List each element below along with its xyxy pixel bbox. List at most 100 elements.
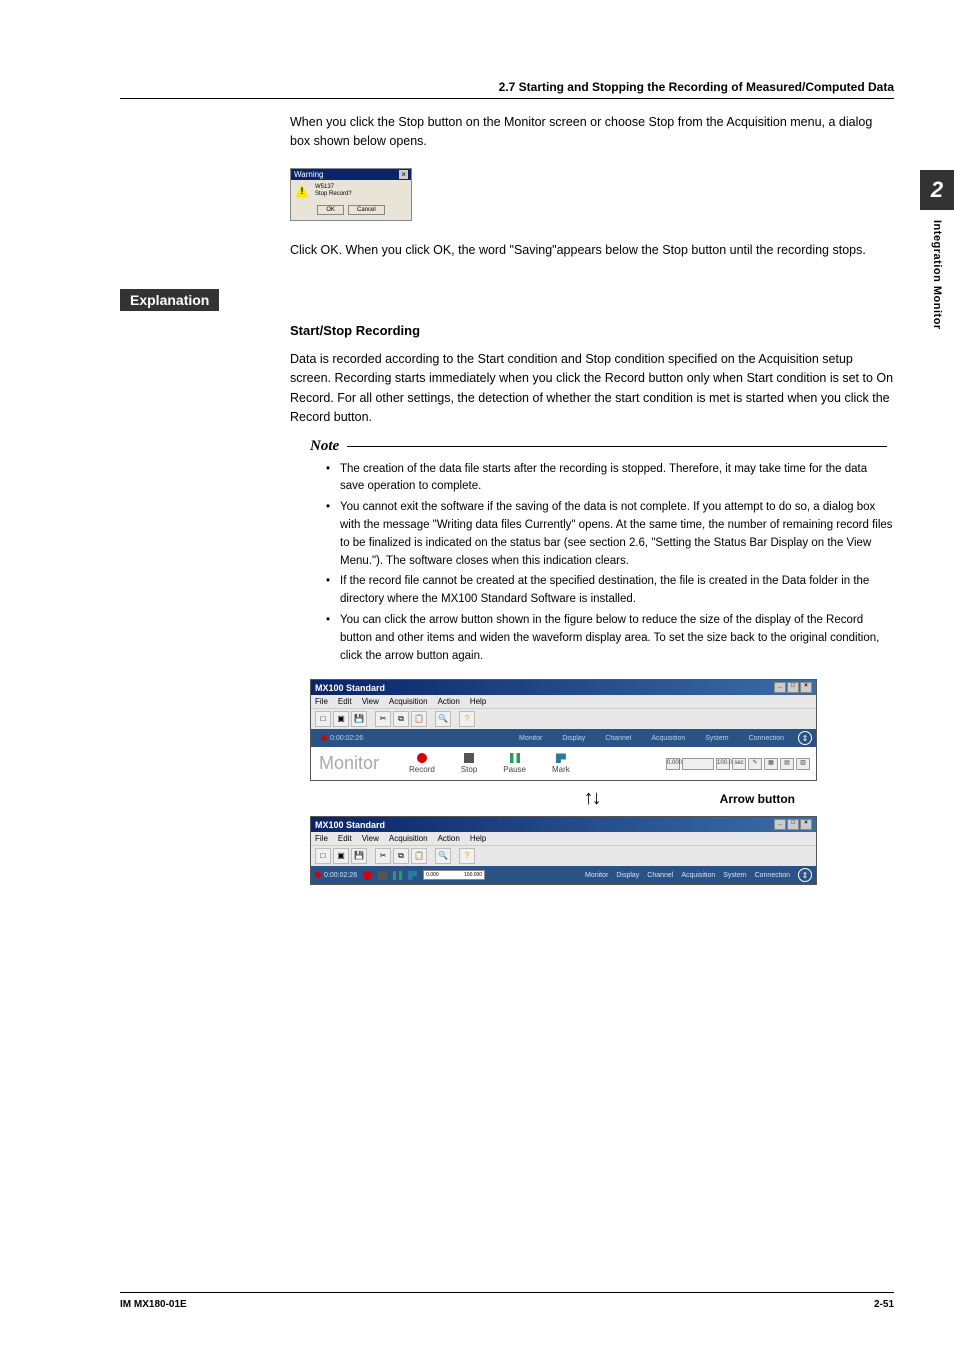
app-tab-bar: 0:00:02:26 Monitor Display Channel Acqui… xyxy=(311,729,816,747)
record-indicator-icon xyxy=(315,872,321,878)
page-footer: IM MX180-01E 2-51 xyxy=(120,1292,894,1310)
close-icon[interactable]: × xyxy=(800,819,812,830)
record-button[interactable]: Record xyxy=(409,753,435,774)
flag-icon[interactable] xyxy=(408,871,417,880)
scale-slider[interactable]: 0.000 100.000 xyxy=(423,870,485,880)
app-menu-bar: File Edit View Acquisition Action Help xyxy=(311,832,816,845)
minimize-icon[interactable]: _ xyxy=(774,819,786,830)
menu-edit[interactable]: Edit xyxy=(338,834,352,843)
menu-acquisition[interactable]: Acquisition xyxy=(389,834,428,843)
app-toolbar: □ ▣ 💾 ✂ ⧉ 📋 🔍 ? xyxy=(311,845,816,866)
zoom-icon[interactable]: 🔍 xyxy=(435,711,451,727)
note-item: If the record file cannot be created at … xyxy=(326,573,894,609)
scale-max: 100.000 xyxy=(464,872,482,878)
pause-button[interactable]: Pause xyxy=(503,753,526,774)
monitor-body: Monitor Record Stop Pause Mark 0.000 100… xyxy=(311,747,816,780)
warning-icon: ! xyxy=(295,184,309,198)
help-icon[interactable]: ? xyxy=(459,848,475,864)
timer-display: 0:00:02:26 xyxy=(330,735,363,742)
copy-icon[interactable]: ⧉ xyxy=(393,711,409,727)
explanation-heading: Explanation xyxy=(120,289,219,311)
help-icon[interactable]: ? xyxy=(459,711,475,727)
dialog-code: W5137 xyxy=(315,184,352,191)
note-item: You cannot exit the software if the savi… xyxy=(326,499,894,570)
tab-connection[interactable]: Connection xyxy=(743,734,790,743)
new-icon[interactable]: □ xyxy=(315,848,331,864)
note-list: The creation of the data file starts aft… xyxy=(326,461,894,666)
side-tab: 2 Integration Monitor xyxy=(920,170,954,330)
menu-file[interactable]: File xyxy=(315,834,328,843)
menu-acquisition[interactable]: Acquisition xyxy=(389,697,428,706)
tab-display[interactable]: Display xyxy=(616,872,639,879)
scale-min: 0.000 xyxy=(666,758,680,770)
section-header: 2.7 Starting and Stopping the Recording … xyxy=(120,80,894,99)
cut-icon[interactable]: ✂ xyxy=(375,711,391,727)
stop-icon xyxy=(464,753,474,763)
minimize-icon[interactable]: _ xyxy=(774,682,786,693)
cut-icon[interactable]: ✂ xyxy=(375,848,391,864)
app-title: MX100 Standard xyxy=(315,820,385,830)
menu-view[interactable]: View xyxy=(362,697,379,706)
maximize-icon[interactable]: □ xyxy=(787,682,799,693)
dialog-message: Stop Record? xyxy=(315,191,352,198)
tab-acquisition[interactable]: Acquisition xyxy=(645,734,691,743)
scale-max: 100.000 xyxy=(716,758,730,770)
record-icon[interactable] xyxy=(363,871,372,880)
tool-icon[interactable]: ▦ xyxy=(764,758,778,770)
chapter-number: 2 xyxy=(920,170,954,210)
copy-icon[interactable]: ⧉ xyxy=(393,848,409,864)
up-down-arrows-icon: ↑↓ xyxy=(584,787,600,810)
pause-icon[interactable] xyxy=(393,871,402,880)
paste-icon[interactable]: 📋 xyxy=(411,848,427,864)
footer-right: 2-51 xyxy=(874,1299,894,1310)
record-indicator-icon xyxy=(321,735,327,741)
footer-left: IM MX180-01E xyxy=(120,1299,187,1310)
menu-edit[interactable]: Edit xyxy=(338,697,352,706)
stop-button[interactable]: Stop xyxy=(461,753,477,774)
paste-icon[interactable]: 📋 xyxy=(411,711,427,727)
close-icon[interactable]: × xyxy=(800,682,812,693)
tool-icon[interactable]: ✎ xyxy=(748,758,762,770)
tab-monitor[interactable]: Monitor xyxy=(513,734,548,743)
save-icon[interactable]: 💾 xyxy=(351,711,367,727)
menu-view[interactable]: View xyxy=(362,834,379,843)
cancel-button[interactable]: Cancel xyxy=(348,205,385,215)
tab-monitor[interactable]: Monitor xyxy=(585,872,608,879)
tab-system[interactable]: System xyxy=(723,872,746,879)
mark-button[interactable]: Mark xyxy=(552,753,570,774)
note-item: You can click the arrow button shown in … xyxy=(326,612,894,665)
new-icon[interactable]: □ xyxy=(315,711,331,727)
tab-channel[interactable]: Channel xyxy=(599,734,637,743)
tab-display[interactable]: Display xyxy=(556,734,591,743)
tool-icon[interactable]: ▥ xyxy=(796,758,810,770)
tab-channel[interactable]: Channel xyxy=(647,872,673,879)
pause-icon xyxy=(510,753,520,763)
menu-help[interactable]: Help xyxy=(470,697,486,706)
arrow-button[interactable]: ⇕ xyxy=(798,731,812,745)
save-icon[interactable]: 💾 xyxy=(351,848,367,864)
maximize-icon[interactable]: □ xyxy=(787,819,799,830)
compact-tab-bar: 0:00:02:26 0.000 100.000 Monitor Display… xyxy=(311,866,816,884)
ok-button[interactable]: OK xyxy=(317,205,344,215)
menu-action[interactable]: Action xyxy=(438,834,460,843)
menu-file[interactable]: File xyxy=(315,697,328,706)
tab-system[interactable]: System xyxy=(699,734,734,743)
scale-slider[interactable] xyxy=(682,758,714,770)
monitor-label: Monitor xyxy=(319,753,379,774)
close-icon[interactable]: × xyxy=(399,170,408,179)
open-icon[interactable]: ▣ xyxy=(333,848,349,864)
menu-action[interactable]: Action xyxy=(438,697,460,706)
arrow-button[interactable]: ⇕ xyxy=(798,868,812,882)
app-menu-bar: File Edit View Acquisition Action Help xyxy=(311,695,816,708)
open-icon[interactable]: ▣ xyxy=(333,711,349,727)
tab-connection[interactable]: Connection xyxy=(755,872,790,879)
scale-unit: sec xyxy=(732,758,746,770)
app-title: MX100 Standard xyxy=(315,683,385,693)
tab-acquisition[interactable]: Acquisition xyxy=(681,872,715,879)
stop-icon[interactable] xyxy=(378,871,387,880)
arrow-button-label: Arrow button xyxy=(720,792,795,806)
tool-icon[interactable]: ▤ xyxy=(780,758,794,770)
note-rule xyxy=(347,446,887,447)
zoom-icon[interactable]: 🔍 xyxy=(435,848,451,864)
menu-help[interactable]: Help xyxy=(470,834,486,843)
